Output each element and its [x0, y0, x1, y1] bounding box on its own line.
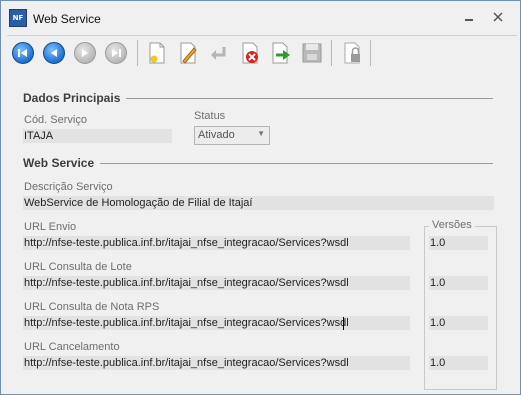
url-envio-label: URL Envio	[24, 221, 77, 233]
url-envio-field[interactable]: http://nfse-teste.publica.inf.br/itajai_…	[23, 236, 410, 250]
url-consulta-nota-rps-version-field[interactable]: 1.0	[429, 316, 488, 330]
chevron-down-icon: ▼	[257, 129, 265, 138]
export-arrow-icon	[272, 42, 290, 64]
undo-button[interactable]	[205, 39, 233, 67]
skip-first-icon	[12, 42, 34, 64]
skip-last-icon	[105, 42, 127, 64]
next-icon	[74, 42, 96, 64]
title-bar: NF Web Service	[1, 1, 520, 35]
url-consulta-nota-rps-label: URL Consulta de Nota RPS	[24, 301, 160, 313]
lock-icon	[344, 42, 360, 64]
lock-button[interactable]	[338, 39, 366, 67]
cod-servico-label: Cód. Serviço	[24, 114, 87, 126]
status-value: Ativado	[198, 129, 235, 141]
descricao-servico-field[interactable]: WebService de Homologação de Filial de I…	[23, 196, 494, 210]
url-consulta-nota-rps-field[interactable]: http://nfse-teste.publica.inf.br/itajai_…	[23, 316, 410, 330]
close-button[interactable]	[490, 10, 506, 24]
toolbar	[7, 35, 517, 72]
next-record-button[interactable]	[71, 39, 99, 67]
status-label: Status	[194, 110, 226, 122]
undo-icon	[211, 47, 226, 60]
app-icon: NF	[9, 9, 27, 27]
cod-servico-field[interactable]: ITAJA	[23, 129, 172, 143]
descricao-servico-label: Descrição Serviço	[24, 181, 113, 193]
minimize-icon	[465, 19, 473, 21]
floppy-disk-icon	[302, 43, 322, 63]
section-title-web-service: Web Service	[23, 156, 101, 170]
close-icon	[493, 12, 503, 22]
delete-button[interactable]	[236, 39, 264, 67]
pencil-icon	[180, 42, 197, 64]
url-cancelamento-field[interactable]: http://nfse-teste.publica.inf.br/itajai_…	[23, 356, 410, 370]
url-consulta-lote-version-field[interactable]: 1.0	[429, 276, 488, 290]
last-record-button[interactable]	[102, 39, 130, 67]
new-document-icon	[149, 42, 165, 64]
url-cancelamento-label: URL Cancelamento	[24, 341, 120, 353]
previous-icon	[43, 42, 65, 64]
url-consulta-lote-field[interactable]: http://nfse-teste.publica.inf.br/itajai_…	[23, 276, 410, 290]
export-button[interactable]	[267, 39, 295, 67]
new-button[interactable]	[143, 39, 171, 67]
url-cancelamento-version-field[interactable]: 1.0	[429, 356, 488, 370]
url-consulta-lote-label: URL Consulta de Lote	[24, 261, 132, 273]
versoes-label: Versões	[429, 219, 475, 231]
url-envio-version-field[interactable]: 1.0	[429, 236, 488, 250]
previous-record-button[interactable]	[40, 39, 68, 67]
edit-button[interactable]	[174, 39, 202, 67]
web-service-window: NF Web Service Dados Principais Cód. Ser…	[0, 0, 521, 395]
first-record-button[interactable]	[9, 39, 37, 67]
status-select[interactable]: Ativado ▼	[194, 126, 270, 145]
delete-icon	[242, 42, 258, 64]
section-title-dados-principais: Dados Principais	[23, 91, 127, 105]
minimize-button[interactable]	[461, 10, 477, 24]
window-title: Web Service	[33, 12, 101, 26]
save-button[interactable]	[298, 39, 326, 67]
text-cursor	[343, 317, 344, 330]
